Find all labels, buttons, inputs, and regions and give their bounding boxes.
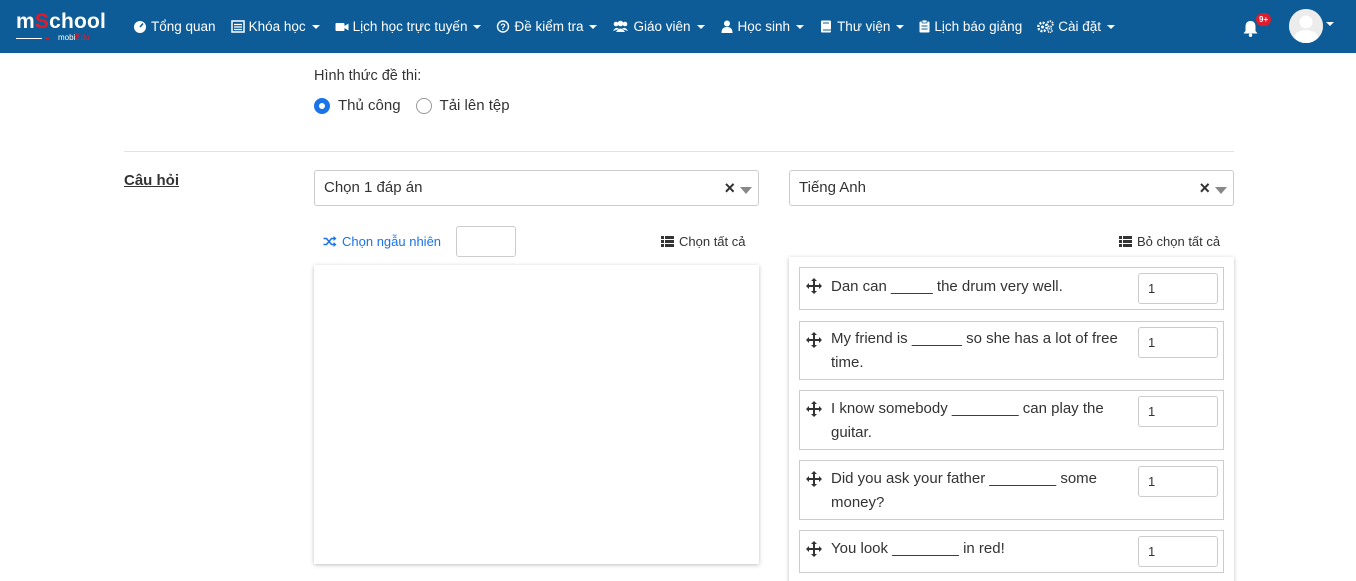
- question-text: My friend is ______ so she has a lot of …: [831, 330, 1118, 371]
- shuffle-icon: [323, 236, 337, 247]
- deselect-all-button[interactable]: Bỏ chọn tất cả: [1119, 234, 1220, 249]
- radio-upload-file[interactable]: [415, 97, 432, 114]
- exam-format-label: Hình thức đề thi:: [314, 68, 422, 84]
- list-icon: [661, 236, 674, 247]
- exam-format-radio-group: Thủ công Tải lên tệp: [314, 97, 525, 114]
- cogs-icon: [1037, 20, 1054, 33]
- selected-question-item[interactable]: I know somebody ________ can play the gu…: [799, 390, 1224, 450]
- clear-selection-icon[interactable]: ×: [1199, 179, 1210, 197]
- list-icon: [1119, 236, 1132, 247]
- question-text: I know somebody ________ can play the gu…: [831, 400, 1104, 441]
- nav-item-exams[interactable]: ? Đề kiểm tra: [496, 19, 598, 34]
- selected-question-item[interactable]: You look ________ in red!: [799, 530, 1224, 573]
- move-icon[interactable]: [806, 541, 822, 557]
- clear-selection-icon[interactable]: ×: [724, 179, 735, 197]
- nav-item-dashboard[interactable]: Tổng quan: [133, 19, 216, 34]
- selected-questions-panel: Dan can _____ the drum very well. My fri…: [789, 257, 1234, 581]
- nav-item-students[interactable]: Học sinh: [720, 19, 805, 34]
- chevron-down-icon: [473, 24, 482, 29]
- video-icon: [335, 23, 349, 31]
- move-icon[interactable]: [806, 401, 822, 417]
- nav-item-online-schedule[interactable]: Lịch học trực tuyến: [335, 19, 482, 34]
- chevron-down-icon: [796, 24, 805, 29]
- dropdown-arrow-icon[interactable]: [740, 187, 752, 194]
- available-questions-panel: [314, 265, 759, 564]
- radio-manual-label[interactable]: Thủ công: [338, 97, 401, 114]
- mschool-logo[interactable]: mSchool mobiEdu: [16, 10, 112, 44]
- question-text: Dan can _____ the drum very well.: [831, 278, 1063, 295]
- question-type-select[interactable]: Chọn 1 đáp án ×: [314, 170, 759, 206]
- question-score-input[interactable]: [1138, 466, 1218, 497]
- question-score-input[interactable]: [1138, 327, 1218, 358]
- move-icon[interactable]: [806, 471, 822, 487]
- radio-upload-file-label[interactable]: Tải lên tệp: [440, 97, 510, 114]
- question-score-input[interactable]: [1138, 536, 1218, 567]
- selected-question-item[interactable]: Dan can _____ the drum very well.: [799, 267, 1224, 310]
- svg-text:?: ?: [501, 22, 507, 32]
- nav-item-teaching-schedule[interactable]: Lịch báo giảng: [919, 19, 1022, 34]
- question-score-input[interactable]: [1138, 396, 1218, 427]
- selected-question-item[interactable]: Did you ask your father ________ some mo…: [799, 460, 1224, 520]
- subject-select[interactable]: Tiếng Anh ×: [789, 170, 1234, 206]
- user-avatar-icon: [1289, 9, 1323, 43]
- nav-item-teachers[interactable]: Giáo viên: [612, 19, 705, 34]
- question-text: You look ________ in red!: [831, 540, 1005, 557]
- nav-item-courses[interactable]: Khóa học: [230, 19, 320, 34]
- dropdown-arrow-icon[interactable]: [1215, 187, 1227, 194]
- user-icon: [721, 20, 733, 33]
- list-icon: [230, 20, 245, 33]
- top-navbar: mSchool mobiEdu Tổng quan Khóa học Lịch …: [0, 0, 1356, 53]
- random-select-link[interactable]: Chọn ngẫu nhiên: [323, 234, 441, 249]
- main-nav: Tổng quan Khóa học Lịch học trực tuyến ?…: [133, 0, 1130, 53]
- section-divider: [124, 151, 1234, 152]
- nav-item-library[interactable]: Thư viện: [819, 19, 905, 34]
- book-icon: [821, 20, 832, 33]
- selected-question-item[interactable]: My friend is ______ so she has a lot of …: [799, 321, 1224, 380]
- select-all-button[interactable]: Chọn tất cả: [661, 234, 746, 249]
- question-circle-icon: ?: [497, 20, 510, 33]
- notification-badge: 9+: [1256, 13, 1272, 26]
- users-icon: [613, 20, 629, 32]
- chevron-down-icon: [589, 24, 598, 29]
- chevron-down-icon: [696, 24, 705, 29]
- avatar[interactable]: [1289, 9, 1323, 43]
- chevron-down-icon: [1106, 24, 1115, 29]
- nav-item-settings[interactable]: Cài đặt: [1037, 19, 1115, 34]
- question-score-input[interactable]: [1138, 273, 1218, 304]
- chevron-down-icon: [311, 24, 320, 29]
- chevron-down-icon[interactable]: [1326, 22, 1334, 26]
- clipboard-icon: [919, 20, 930, 33]
- questions-section-title: Câu hỏi: [124, 172, 179, 189]
- chevron-down-icon: [896, 24, 905, 29]
- radio-manual[interactable]: [314, 97, 330, 114]
- random-count-input[interactable]: [456, 226, 516, 257]
- move-icon[interactable]: [806, 278, 822, 294]
- move-icon[interactable]: [806, 332, 822, 348]
- question-text: Did you ask your father ________ some mo…: [831, 470, 1097, 511]
- dashboard-icon: [134, 21, 146, 33]
